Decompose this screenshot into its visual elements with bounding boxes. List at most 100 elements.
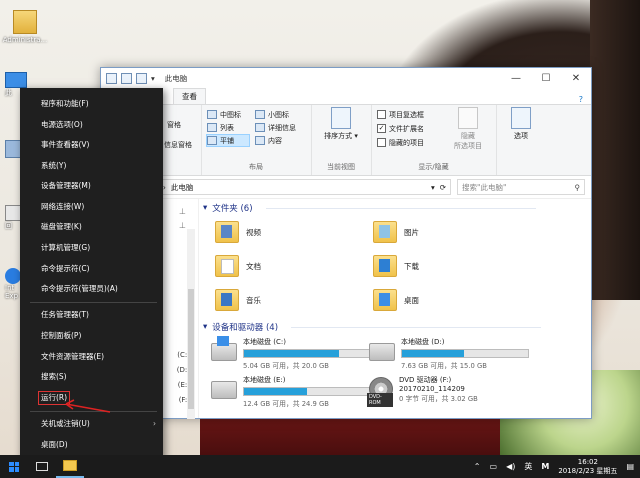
folder-label: 图片 — [404, 227, 419, 237]
volume-icon[interactable]: ◀) — [506, 462, 515, 471]
breadcrumb[interactable]: 此电脑 — [171, 182, 194, 193]
item-checkboxes-toggle[interactable]: 项目复选框 — [377, 109, 424, 120]
address-dropdown-icon[interactable]: ▾ — [431, 183, 435, 192]
search-input[interactable]: 搜索"此电脑" ⚲ — [457, 179, 585, 195]
layout-label: 列表 — [220, 123, 234, 132]
desktop-icon-recycle[interactable] — [5, 140, 21, 158]
hidden-items-toggle[interactable]: 隐藏的项目 — [377, 137, 424, 148]
ribbon-group-show-hide: 项目复选框 ✓ 文件扩展名 隐藏的项目 隐藏 所选项目 显示/隐藏 — [371, 105, 497, 175]
menu-item-device-manager[interactable]: 设备管理器(M) — [41, 180, 91, 192]
scrollbar-thumb[interactable] — [188, 289, 194, 409]
menu-item-task-manager[interactable]: 任务管理器(T) — [41, 309, 89, 321]
details-pane-label: 信息窗格 — [164, 140, 192, 149]
layout-label: 小图标 — [268, 110, 289, 119]
properties-icon[interactable] — [121, 72, 132, 84]
chevron-right-icon: › — [153, 419, 156, 428]
new-folder-icon[interactable] — [136, 72, 147, 84]
hide-icon — [458, 107, 478, 129]
start-button[interactable] — [0, 455, 28, 478]
hide-selected-button[interactable]: 隐藏 所选项目 — [445, 107, 491, 151]
checkbox-checked[interactable]: ✓ — [377, 124, 386, 133]
ime-mode-indicator[interactable]: M — [541, 462, 549, 471]
title-bar[interactable]: ▾ 此电脑 — ☐ ✕ — [101, 68, 591, 88]
group-label: 显示/隐藏 — [418, 163, 449, 171]
network-icon[interactable]: ▭ — [490, 462, 498, 471]
folder-icon — [63, 460, 77, 471]
menu-item-control-panel[interactable]: 控制面板(P) — [41, 330, 81, 342]
navigation-pane-button[interactable]: 窗格 — [167, 119, 181, 130]
menu-item-event-viewer[interactable]: 事件查看器(V) — [41, 139, 89, 151]
folder-music[interactable]: 音乐 — [215, 289, 261, 311]
menu-item-computer-mgmt[interactable]: 计算机管理(G) — [41, 242, 90, 254]
breadcrumb-chevron-icon[interactable]: › — [163, 183, 166, 192]
menu-item-file-explorer[interactable]: 文件资源管理器(E) — [41, 351, 104, 363]
taskbar-file-explorer[interactable] — [56, 455, 84, 478]
hard-drive-icon — [211, 381, 237, 399]
close-button[interactable]: ✕ — [561, 68, 591, 88]
minimize-button[interactable]: — — [501, 68, 531, 88]
menu-item-system[interactable]: 系统(Y) — [41, 160, 66, 172]
menu-item-cmd[interactable]: 命令提示符(C) — [41, 263, 90, 275]
search-icon[interactable]: ⚲ — [575, 183, 581, 192]
menu-item-power-options[interactable]: 电源选项(O) — [41, 119, 83, 131]
menu-item-network[interactable]: 网络连接(W) — [41, 201, 84, 213]
task-view-button[interactable] — [28, 455, 56, 478]
address-bar[interactable]: › 此电脑 ▾ ⟳ — [143, 179, 451, 195]
folder-downloads[interactable]: 下载 — [373, 255, 419, 277]
toolbar-dropdown-icon[interactable]: ▾ — [151, 74, 155, 83]
menu-item-cmd-admin[interactable]: 命令提示符(管理员)(A) — [41, 283, 118, 295]
scrollbar[interactable] — [187, 229, 195, 419]
maximize-button[interactable]: ☐ — [531, 68, 561, 88]
folders-section-header[interactable]: ▾ 文件夹 (6) — [203, 202, 536, 214]
desktop-icon-ie[interactable]: Int Exp — [5, 268, 21, 300]
drive-f[interactable]: DVD-ROM DVD 驱动器 (F:) 20170210_114209 0 字… — [367, 375, 529, 407]
ime-indicator[interactable]: 英 — [524, 461, 532, 472]
layout-small-icons[interactable]: 小图标 — [255, 109, 289, 120]
desktop-icon-label: Int — [5, 284, 15, 292]
desktop-icon-partial[interactable]: 回 — [5, 205, 21, 231]
drive-e[interactable]: 本地磁盘 (E:) 12.4 GB 可用，共 24.9 GB — [211, 375, 371, 408]
menu-item-disk-management[interactable]: 磁盘管理(K) — [41, 221, 82, 233]
drive-usage-bar — [243, 349, 371, 358]
desktop-icon-administrator[interactable]: Administra... — [2, 10, 48, 44]
menu-item-desktop[interactable]: 桌面(D) — [41, 439, 68, 451]
folder-documents[interactable]: 文档 — [215, 255, 261, 277]
file-extensions-toggle[interactable]: ✓ 文件扩展名 — [377, 123, 424, 134]
checkbox[interactable] — [377, 138, 386, 147]
folder-desktop[interactable]: 桌面 — [373, 289, 419, 311]
drives-section-header[interactable]: ▾ 设备和驱动器 (4) — [203, 321, 542, 333]
layout-content[interactable]: 内容 — [255, 135, 282, 146]
menu-separator — [30, 302, 157, 303]
drive-c[interactable]: 本地磁盘 (C:) 5.04 GB 可用，共 20.0 GB — [211, 336, 371, 370]
details-pane-button[interactable]: 信息窗格 — [164, 139, 192, 150]
section-title: 设备和驱动器 (4) — [212, 323, 279, 333]
layout-tiles[interactable]: 平铺 — [206, 134, 250, 147]
drive-d[interactable]: 本地磁盘 (D:) 7.63 GB 可用，共 15.0 GB — [369, 337, 529, 370]
refresh-icon[interactable]: ⟳ — [440, 183, 446, 192]
tab-view[interactable]: 查看 — [173, 88, 206, 104]
layout-list[interactable]: 列表 — [207, 122, 234, 133]
menu-item-shutdown[interactable]: 关机或注销(U) › — [41, 418, 156, 430]
checkbox[interactable] — [377, 110, 386, 119]
layout-details[interactable]: 详细信息 — [255, 122, 296, 133]
sort-by-button[interactable]: 排序方式 ▾ — [317, 107, 365, 141]
options-button[interactable]: 选项 — [501, 107, 541, 141]
drive-name: DVD 驱动器 (F:) — [399, 376, 452, 384]
menu-item-programs-features[interactable]: 程序和功能(F) — [41, 98, 89, 110]
ribbon-tabs: 查看 ? — [101, 88, 591, 105]
clock[interactable]: 16:02 2018/2/23 星期五 — [558, 458, 617, 476]
layout-medium-icons[interactable]: 中图标 — [207, 109, 241, 120]
file-explorer-window[interactable]: ▾ 此电脑 — ☐ ✕ 查看 ? 窗格 信息窗格 中图标 小图标 列表 详细信息… — [100, 67, 592, 419]
help-icon[interactable]: ? — [579, 95, 583, 104]
folder-videos[interactable]: 视频 — [215, 221, 261, 243]
menu-item-search[interactable]: 搜索(S) — [41, 371, 67, 383]
drive-usage-fill — [402, 350, 464, 357]
hard-drive-icon — [369, 343, 395, 361]
folder-pictures[interactable]: 图片 — [373, 221, 419, 243]
options-icon — [511, 107, 531, 129]
up-arrow-icon[interactable]: ⌃ — [474, 462, 481, 471]
check-label: 项目复选框 — [389, 110, 424, 119]
videos-folder-icon — [215, 221, 239, 243]
notification-icon[interactable]: ▤ — [626, 462, 634, 471]
explorer-content: ⊥ ⊥ (C:) (D:) (E:) (F:) ▾ 文件夹 (6) 视频 图片 — [101, 199, 591, 419]
